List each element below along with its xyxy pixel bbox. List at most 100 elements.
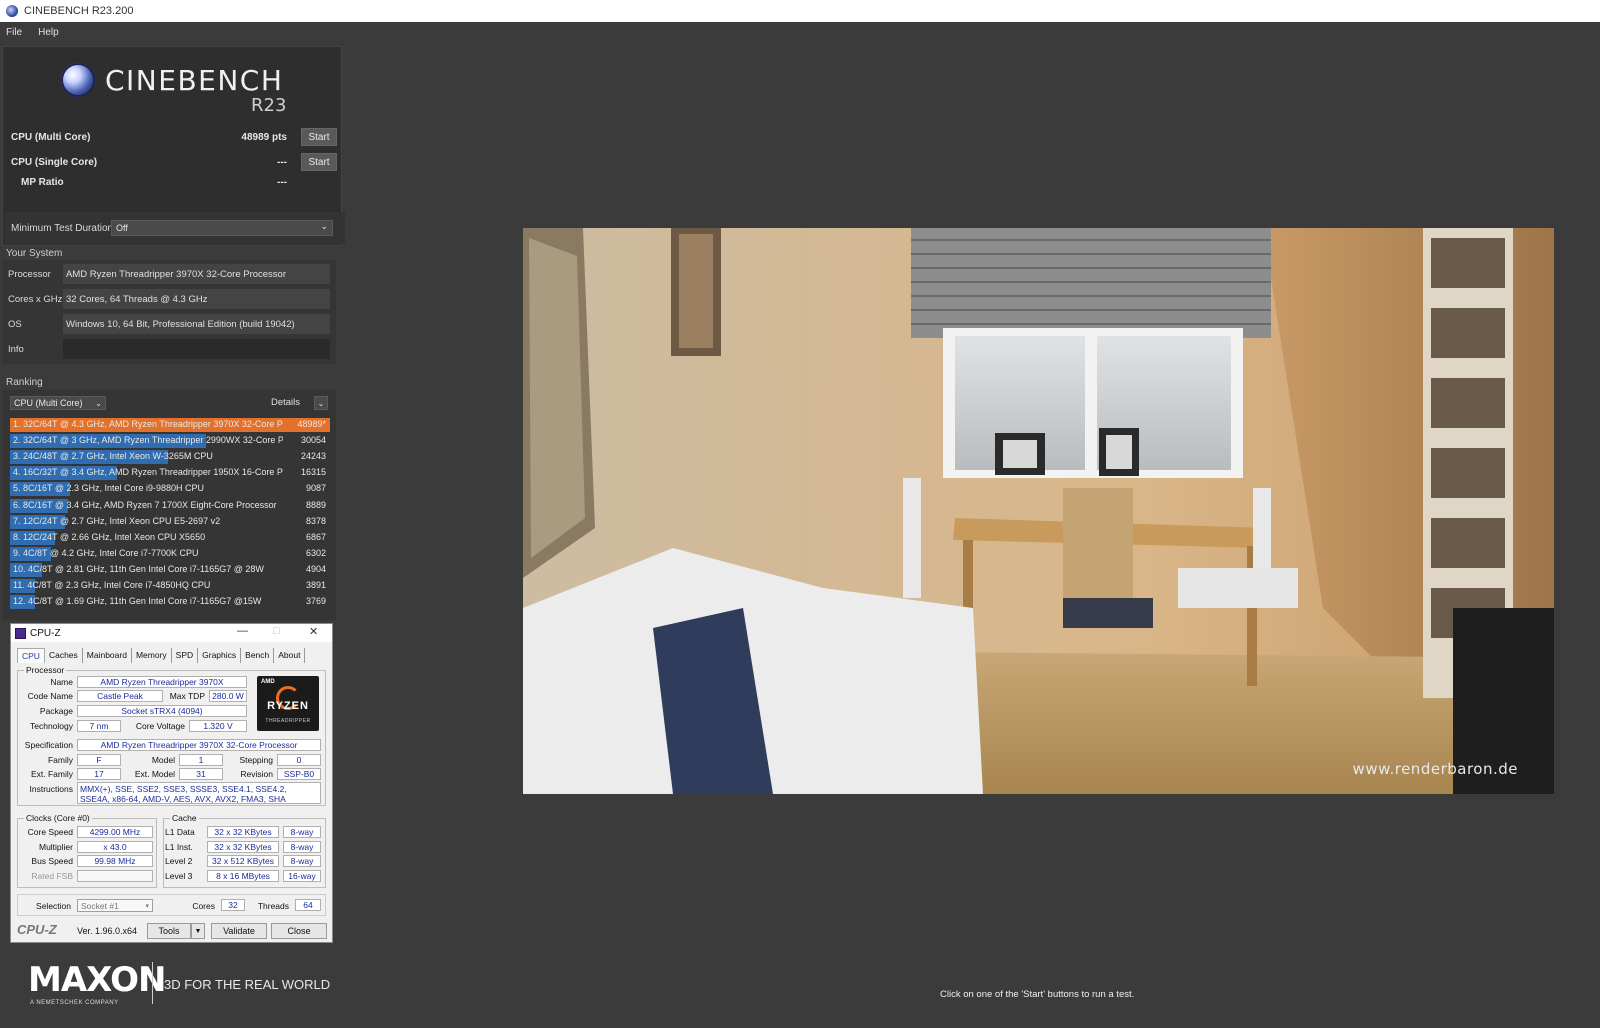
ranking-item-label: 11. 4C/8T @ 2.3 GHz, Intel Core i7-4850H… bbox=[13, 580, 211, 590]
tab-about[interactable]: About bbox=[274, 648, 306, 663]
tab-caches[interactable]: Caches bbox=[45, 648, 83, 663]
core-voltage-value: 1.320 V bbox=[189, 720, 247, 732]
ranking-item-score: 30054 bbox=[300, 435, 326, 446]
ranking-item-score: 3891 bbox=[305, 580, 326, 590]
min-duration-row: Minimum Test Duration Off ⌄ bbox=[5, 212, 345, 244]
ranking-item-score: 9087 bbox=[305, 483, 326, 494]
threadripper-logo-text: THREADRIPPER bbox=[265, 718, 311, 724]
tab-memory[interactable]: Memory bbox=[132, 648, 172, 663]
bus-speed-value: 99.98 MHz bbox=[77, 855, 153, 867]
single-core-row: CPU (Single Core) --- Start bbox=[11, 152, 337, 172]
technology-label: Technology bbox=[29, 721, 73, 731]
tools-button[interactable]: Tools bbox=[147, 923, 191, 939]
specification-label: Specification bbox=[24, 740, 73, 750]
system-row-os: OS Windows 10, 64 Bit, Professional Edit… bbox=[8, 314, 330, 334]
ext-family-label: Ext. Family bbox=[30, 769, 73, 779]
ranking-item-label: 5. 8C/16T @ 2.3 GHz, Intel Core i9-9880H… bbox=[13, 483, 205, 494]
tab-spd[interactable]: SPD bbox=[172, 648, 199, 663]
tab-cpu[interactable]: CPU bbox=[17, 648, 45, 663]
ranking-item[interactable]: 8. 12C/24T @ 2.66 GHz, Intel Xeon CPU X5… bbox=[10, 530, 330, 545]
multi-core-score: 48989 pts bbox=[241, 131, 287, 143]
info-field[interactable] bbox=[63, 339, 330, 359]
ranking-item[interactable]: 9. 4C/8T @ 4.2 GHz, Intel Core i7-7700K … bbox=[10, 546, 330, 561]
maxon-divider bbox=[152, 962, 153, 1004]
close-button[interactable]: Close bbox=[271, 923, 327, 939]
status-message: Click on one of the 'Start' buttons to r… bbox=[940, 989, 1135, 1000]
name-label: Name bbox=[50, 677, 73, 687]
ranking-item-label: 2. 32C/64T @ 3 GHz, AMD Ryzen Threadripp… bbox=[13, 435, 283, 446]
menu-file[interactable]: File bbox=[6, 27, 22, 38]
tools-dropdown-icon[interactable]: ▼ bbox=[191, 923, 205, 939]
ranking-item[interactable]: 3. 24C/48T @ 2.7 GHz, Intel Xeon W-3265M… bbox=[10, 450, 330, 465]
cpuz-app-icon bbox=[15, 627, 26, 639]
system-key: Info bbox=[8, 343, 24, 355]
ranking-item[interactable]: 11. 4C/8T @ 2.3 GHz, Intel Core i7-4850H… bbox=[10, 579, 330, 593]
ranking-item[interactable]: 1. 32C/64T @ 4.3 GHz, AMD Ryzen Threadri… bbox=[10, 418, 330, 432]
ranking-item[interactable]: 5. 8C/16T @ 2.3 GHz, Intel Core i9-9880H… bbox=[10, 482, 330, 497]
model-value: 1 bbox=[179, 754, 223, 766]
system-row-cores: Cores x GHz 32 Cores, 64 Threads @ 4.3 G… bbox=[8, 289, 330, 309]
rated-fsb-value bbox=[77, 870, 153, 882]
maximize-icon[interactable]: □ bbox=[273, 625, 280, 637]
system-key: Processor bbox=[8, 268, 51, 280]
cache-associativity-value: 8-way bbox=[283, 855, 321, 868]
package-value: Socket sTRX4 (4094) bbox=[77, 705, 247, 717]
ranking-item-score: 8378 bbox=[305, 515, 326, 526]
title-bar: CINEBENCH R23.200 bbox=[0, 0, 1600, 22]
cache-size-value: 8 x 16 MBytes bbox=[207, 869, 279, 882]
mp-ratio-label: MP Ratio bbox=[21, 176, 64, 188]
ranking-select[interactable]: CPU (Multi Core) ⌄ bbox=[10, 396, 106, 410]
ranking-item[interactable]: 4. 16C/32T @ 3.4 GHz, AMD Ryzen Threadri… bbox=[10, 466, 330, 481]
family-value: F bbox=[77, 754, 121, 766]
multi-core-start-button[interactable]: Start bbox=[301, 128, 337, 146]
socket-select[interactable]: Socket #1 ▾ bbox=[77, 899, 153, 912]
ranking-select-value: CPU (Multi Core) bbox=[14, 398, 83, 408]
menu-bar: File Help bbox=[0, 22, 1600, 42]
cache-level-label: L1 Inst. bbox=[165, 841, 193, 852]
maxon-logo: MAXON bbox=[28, 960, 167, 1000]
package-label: Package bbox=[39, 706, 73, 716]
ranking-item-score: 6302 bbox=[305, 547, 326, 558]
cpuz-brand-logo: CPU-Z bbox=[17, 922, 57, 937]
ext-family-value: 17 bbox=[77, 768, 121, 780]
ranking-item[interactable]: 7. 12C/24T @ 2.7 GHz, Intel Xeon CPU E5-… bbox=[10, 514, 330, 529]
ranking-item-label: 4. 16C/32T @ 3.4 GHz, AMD Ryzen Threadri… bbox=[13, 467, 283, 478]
socket-select-value: Socket #1 bbox=[81, 900, 119, 911]
stepping-label: Stepping bbox=[239, 755, 273, 765]
ranking-item-score: 8889 bbox=[305, 499, 326, 510]
ranking-item-score: 48989* bbox=[297, 419, 326, 429]
revision-label: Revision bbox=[240, 769, 273, 779]
multi-core-row: CPU (Multi Core) 48989 pts Start bbox=[11, 127, 337, 147]
cache-group-title: Cache bbox=[170, 813, 199, 823]
logo-name: CINEBENCH bbox=[105, 63, 284, 97]
ranking-item[interactable]: 10. 4C/8T @ 2.81 GHz, 11th Gen Intel Cor… bbox=[10, 562, 330, 577]
minimize-icon[interactable]: — bbox=[237, 625, 248, 637]
ext-model-label: Ext. Model bbox=[134, 769, 175, 779]
rated-fsb-label: Rated FSB bbox=[31, 871, 73, 881]
threads-label: Threads bbox=[257, 901, 289, 911]
selection-label: Selection bbox=[36, 901, 71, 911]
tab-mainboard[interactable]: Mainboard bbox=[83, 648, 132, 663]
single-core-start-button[interactable]: Start bbox=[301, 153, 337, 171]
ranking-item[interactable]: 6. 8C/16T @ 3.4 GHz, AMD Ryzen 7 1700X E… bbox=[10, 498, 330, 513]
min-duration-select[interactable]: Off ⌄ bbox=[111, 220, 333, 236]
multiplier-label: Multiplier bbox=[38, 842, 73, 852]
cpuz-title-bar: CPU-Z — □ ✕ bbox=[11, 624, 332, 642]
render-watermark: www.renderbaron.de bbox=[1352, 760, 1518, 778]
instructions-value: MMX(+), SSE, SSE2, SSE3, SSSE3, SSE4.1, … bbox=[77, 782, 321, 804]
details-toggle-button[interactable]: ⌄ bbox=[314, 396, 328, 410]
chevron-down-icon: ⌄ bbox=[95, 398, 102, 408]
ranking-item-score: 6867 bbox=[305, 531, 326, 542]
code-name-value: Castle Peak bbox=[77, 690, 163, 702]
chevron-down-icon: ▾ bbox=[145, 902, 149, 910]
ranking-item[interactable]: 12. 4C/8T @ 1.69 GHz, 11th Gen Intel Cor… bbox=[10, 595, 330, 610]
processor-group-title: Processor bbox=[24, 665, 67, 675]
menu-help[interactable]: Help bbox=[38, 27, 59, 38]
ranking-item[interactable]: 2. 32C/64T @ 3 GHz, AMD Ryzen Threadripp… bbox=[10, 434, 330, 449]
cache-associativity-value: 16-way bbox=[283, 869, 321, 882]
tab-graphics[interactable]: Graphics bbox=[198, 648, 242, 663]
validate-button[interactable]: Validate bbox=[211, 923, 267, 939]
cinebench-sphere-icon bbox=[61, 63, 95, 97]
close-icon[interactable]: ✕ bbox=[309, 625, 318, 638]
tab-bench[interactable]: Bench bbox=[241, 648, 275, 663]
